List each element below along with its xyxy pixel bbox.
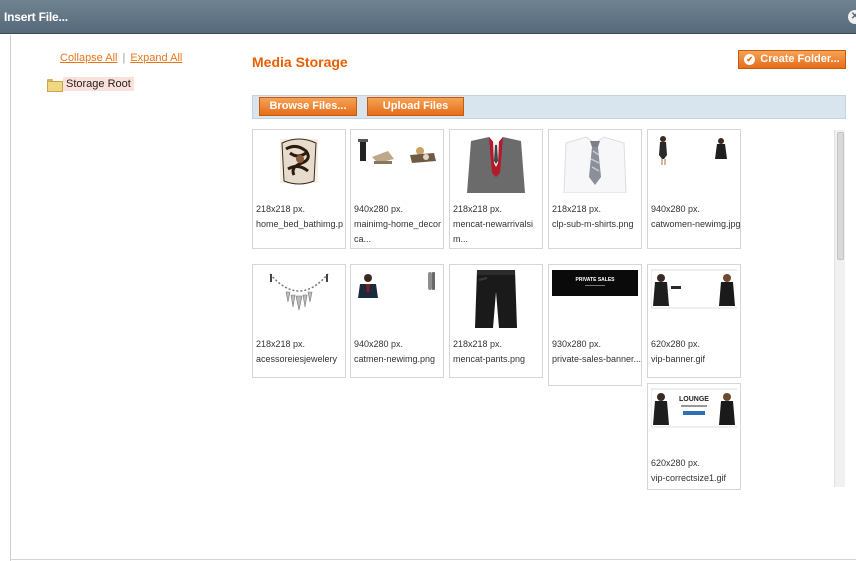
folder-icon <box>47 78 63 92</box>
create-folder-button[interactable]: ✔ Create Folder... <box>738 50 846 69</box>
tree-links-separator: | <box>122 52 126 64</box>
file-size: 620x280 px. <box>651 458 701 468</box>
file-tile[interactable]: 218x218 px. mencat-newarrivalsim... <box>449 129 543 249</box>
check-icon: ✔ <box>744 54 756 65</box>
vip-banner-thumbnail <box>651 268 737 328</box>
tree-item-storage-root[interactable]: Storage Root <box>47 76 134 92</box>
file-name: private-sales-banner... <box>552 354 642 364</box>
vip-lounge-thumbnail: LOUNGE <box>651 387 737 447</box>
home-decor-thumbnail <box>354 133 440 193</box>
file-name: vip-correctsize1.gif <box>651 473 727 483</box>
insert-file-dialog: Insert File... ✕ Collapse All | Expand All… <box>0 0 856 561</box>
file-name: vip-banner.gif <box>651 354 706 364</box>
create-folder-label: Create Folder... <box>760 53 840 65</box>
necklace-thumbnail <box>256 268 342 328</box>
file-tile[interactable]: 940x280 px. mainimg-home_decorca... <box>350 129 444 249</box>
file-name: clp-sub-m-shirts.png <box>552 219 634 229</box>
men-thumbnail <box>354 268 440 328</box>
left-border <box>10 35 11 561</box>
file-tile[interactable]: 940x280 px. catwomen-newimg.jpg <box>647 129 741 249</box>
scrollbar-thumb[interactable] <box>837 132 844 260</box>
dialog-titlebar: Insert File... ✕ <box>0 0 856 34</box>
file-tile[interactable]: LOUNGE 620x280 px. vip-correctsize1.gif <box>647 383 741 490</box>
file-tile[interactable]: 218x218 px. mencat-pants.png <box>449 264 543 378</box>
file-size: 218x218 px. <box>256 204 306 214</box>
banner-text: PRIVATE SALES <box>576 277 616 283</box>
tree-item-label: Storage Root <box>63 77 134 91</box>
file-name: mencat-newarrivalsim... <box>453 219 534 244</box>
upload-files-button[interactable]: Upload Files <box>367 97 464 116</box>
browse-files-button[interactable]: Browse Files... <box>259 97 357 116</box>
file-grid-scrollbar[interactable] <box>834 130 845 487</box>
banner-text: LOUNGE <box>679 396 709 403</box>
collapse-all-link[interactable]: Collapse All <box>60 52 117 64</box>
private-sales-thumbnail: PRIVATE SALES <box>552 268 638 328</box>
file-size: 930x280 px. <box>552 339 602 349</box>
file-name: acessoreiesjewelery <box>256 354 338 364</box>
tree-controls: Collapse All | Expand All <box>60 52 182 64</box>
file-tile[interactable]: PRIVATE SALES 930x280 px. private-sales-… <box>548 264 642 386</box>
file-size: 218x218 px. <box>256 339 306 349</box>
file-name: mencat-pants.png <box>453 354 526 364</box>
file-name: catmen-newimg.png <box>354 354 436 364</box>
file-tile[interactable]: 940x280 px. catmen-newimg.png <box>350 264 444 378</box>
file-size: 940x280 px. <box>354 339 404 349</box>
file-tile[interactable]: 620x280 px. vip-banner.gif <box>647 264 741 378</box>
file-size: 218x218 px. <box>453 339 503 349</box>
file-tile[interactable]: 218x218 px. clp-sub-m-shirts.png <box>548 129 642 249</box>
file-grid: 218x218 px. home_bed_bathimg.p 940x280 p… <box>252 127 832 490</box>
file-tile[interactable]: 218x218 px. acessoreiesjewelery <box>252 264 346 378</box>
shirt-tie-thumbnail <box>552 133 638 193</box>
file-size: 940x280 px. <box>651 204 701 214</box>
file-size: 218x218 px. <box>453 204 503 214</box>
file-size: 940x280 px. <box>354 204 404 214</box>
women-thumbnail <box>651 133 737 193</box>
file-name: home_bed_bathimg.p <box>256 219 344 229</box>
file-tile[interactable]: 218x218 px. home_bed_bathimg.p <box>252 129 346 249</box>
file-size: 620x280 px. <box>651 339 701 349</box>
file-name: catwomen-newimg.jpg <box>651 219 741 229</box>
file-size: 218x218 px. <box>552 204 602 214</box>
dialog-title: Insert File... <box>4 10 68 24</box>
expand-all-link[interactable]: Expand All <box>130 52 182 64</box>
pants-thumbnail <box>453 268 539 328</box>
close-icon[interactable]: ✕ <box>848 10 856 24</box>
suit-thumbnail <box>453 133 539 193</box>
file-name: mainimg-home_decorca... <box>354 219 442 244</box>
dialog-bottom-border <box>10 559 856 560</box>
pillow-thumbnail <box>256 133 342 193</box>
page-title: Media Storage <box>252 54 348 70</box>
